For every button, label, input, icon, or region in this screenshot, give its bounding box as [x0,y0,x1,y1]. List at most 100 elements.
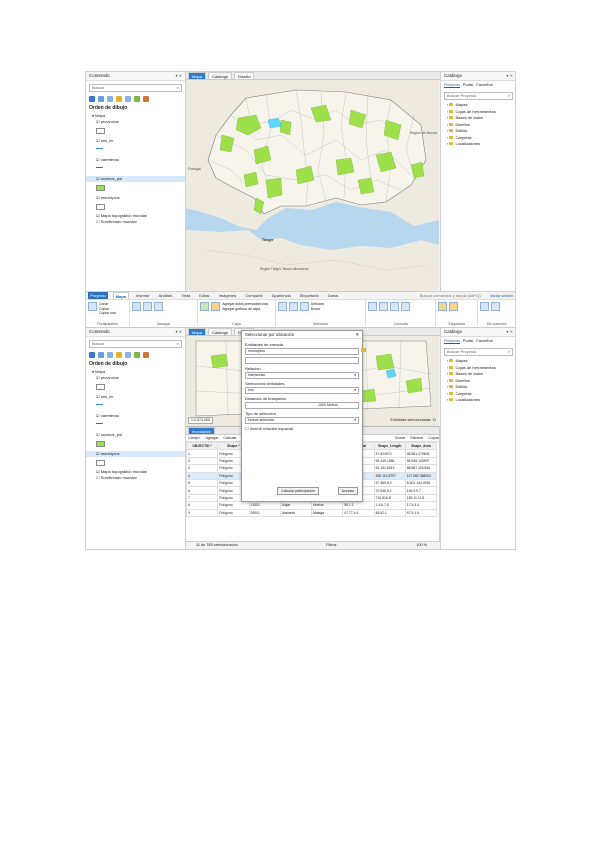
layer-municipios[interactable]: ☑ municipios [86,195,185,201]
table-cell[interactable]: Huelva [310,501,344,510]
delete-button[interactable]: Eliminar [410,435,423,441]
table-cell[interactable]: 48.561.279604 [404,449,438,458]
table-cell[interactable]: 48.62.1 [373,508,406,517]
table-cell[interactable]: 70.946.8.2 [373,486,406,495]
list-by-drawing-order-icon[interactable] [89,352,95,358]
table-cell[interactable]: 58.545.133907 [404,456,438,466]
go-to-xy-icon[interactable] [154,302,164,311]
ok-button[interactable]: Aceptar [337,487,358,495]
basemap-icon[interactable] [200,302,210,311]
table-cell[interactable]: 117.082.388003 [404,471,438,480]
map-scale[interactable]: 1:2.574.005 [188,417,213,424]
paste-icon[interactable] [88,302,97,311]
selection-type-select[interactable]: Nueva selección ▾ [245,417,359,424]
catalog-tab-portal[interactable]: Portal [463,338,473,344]
convert-icon[interactable] [480,302,490,311]
ribbon-tab-map[interactable]: Mapa [112,292,130,299]
table-cell[interactable]: 183.11.11.8 [404,493,438,503]
contents-search[interactable]: Buscar ⌕ [89,84,182,92]
bookmarks-icon[interactable] [143,302,153,311]
pane-controls-icon[interactable]: ▾ ✕ [507,72,513,80]
column-header[interactable]: OBJECTID * [186,441,219,451]
select-by-attributes-icon[interactable] [288,302,298,311]
ribbon-tab-imagery[interactable]: Imágenes [217,292,239,299]
table-cell[interactable]: 97.369.8.9 [373,478,406,488]
copy-button[interactable]: Copiar [428,435,439,441]
list-by-snapping-icon[interactable] [125,352,131,358]
invert-checkbox[interactable]: ☐ Invertir relación espacial [242,426,362,432]
table-cell[interactable]: 57.9.1.6 [404,508,438,517]
download-map-icon[interactable] [491,302,501,311]
list-by-labeling-icon[interactable] [134,352,140,358]
table-cell[interactable]: 4 [186,471,219,480]
table-cell[interactable]: 5 [186,478,219,488]
list-by-selection-icon[interactable] [107,96,113,102]
select-by-location-icon[interactable] [299,302,309,311]
table-cell[interactable]: Málaga [310,508,344,517]
list-by-editing-icon[interactable] [116,352,122,358]
table-cell[interactable]: 6 [186,486,219,495]
map-view[interactable]: Portugal Región de Murcia Tánger Región … [186,80,439,292]
add-preset-button[interactable]: Agregar datos preestablecidos [222,302,268,307]
table-cell[interactable]: 52.151.6313 [373,464,406,473]
relation-select[interactable]: Intersectar ▾ [245,372,359,379]
ribbon-tab-analysis[interactable]: Análisis [157,292,175,299]
table-cell[interactable]: 95.449.1586 [373,456,406,466]
contents-search[interactable]: Buscar ⌕ [89,340,182,348]
layer-carreteras[interactable]: ☑ carreteras [86,157,185,163]
table-cell[interactable]: 6.601.144.4916 [404,478,438,488]
tab-catalog[interactable]: Catálogo [208,72,233,79]
table-cell[interactable]: 716.816.8 [373,493,406,503]
catalog-tab-portal[interactable]: Portal [463,82,473,88]
column-header[interactable]: Shape_Area [404,441,438,451]
measure-icon[interactable] [368,302,378,311]
select-icon[interactable] [277,302,287,311]
table-cell[interactable]: 47.77.4.6 [342,508,375,517]
ribbon-tab-insert[interactable]: Insertar [134,292,152,299]
table-cell[interactable]: 196.114.8797 [373,471,406,480]
layer-provincias[interactable]: ☑ provincias [86,119,185,125]
table-cell[interactable]: 1 [186,449,219,458]
ribbon-search[interactable]: Buscar comandos y ayuda (Alt+Q) [418,292,483,299]
catalog-item-locators[interactable]: › Localizadores [441,397,515,404]
table-cell[interactable]: 1.4.6.7.6 [373,501,406,510]
select-features-field[interactable]: rios ▾ [245,387,359,394]
table-cell[interactable]: 88.867.116.546 [404,464,438,473]
hillshade-layer[interactable]: ☐ Sombreado mundial [86,475,185,481]
catalog-tab-project[interactable]: Proyecto [444,338,460,344]
catalog-item-locators[interactable]: › Localizadores [441,141,515,148]
table-cell[interactable]: 3 [186,464,219,473]
catalog-tab-project[interactable]: Proyecto [444,82,460,88]
ribbon-tab-share[interactable]: Compartir [243,292,265,299]
folder-icon[interactable] [361,348,366,352]
explore-icon[interactable] [132,302,142,311]
catalog-tab-favorites[interactable]: Favoritos [476,338,492,344]
pause-icon[interactable] [438,302,448,311]
clear-button[interactable]: Borrar [311,307,324,312]
table-cell[interactable]: 37.824973 [373,449,406,458]
calculate-participation-button[interactable]: Calcular participación [277,487,320,495]
ribbon-tab-labeling[interactable]: Etiquetado [298,292,321,299]
layer-municipios[interactable]: ☑ municipios [86,451,185,457]
layer-rios[interactable]: ☑ rios_lin [86,138,185,144]
layer-carreteras[interactable]: ☑ carreteras [86,413,185,419]
tab-map[interactable]: Mapa [188,328,207,335]
list-by-editing-icon[interactable] [116,96,122,102]
ribbon-tab-project[interactable]: Proyecto [88,292,108,299]
list-by-source-icon[interactable] [98,96,104,102]
tab-map[interactable]: Mapa [188,72,207,79]
pane-controls-icon[interactable]: ▾ ✕ [176,328,182,336]
add-data-icon[interactable] [211,302,221,311]
coordinate-conversion-icon[interactable] [401,302,411,311]
hillshade-layer[interactable]: ☐ Sombreado mundial [86,219,185,225]
table-cell[interactable]: Polígono [217,508,250,517]
table-row[interactable]: 8 Polígono 21001 Alájar Huelva 59.1.1 1.4.6.7.… [186,501,438,510]
table-cell[interactable]: Polígono [217,501,250,510]
tab-municipios-table[interactable]: municipios [188,427,215,434]
copy-path-button[interactable]: Copiar ruta [99,311,116,316]
table-cell[interactable]: 29001 [248,508,281,517]
input-features-empty-field[interactable] [245,357,359,364]
list-by-selection-icon[interactable] [107,352,113,358]
sign-in-button[interactable]: Iniciar sesión [488,292,515,299]
table-cell[interactable]: 59.1.1 [342,501,375,510]
